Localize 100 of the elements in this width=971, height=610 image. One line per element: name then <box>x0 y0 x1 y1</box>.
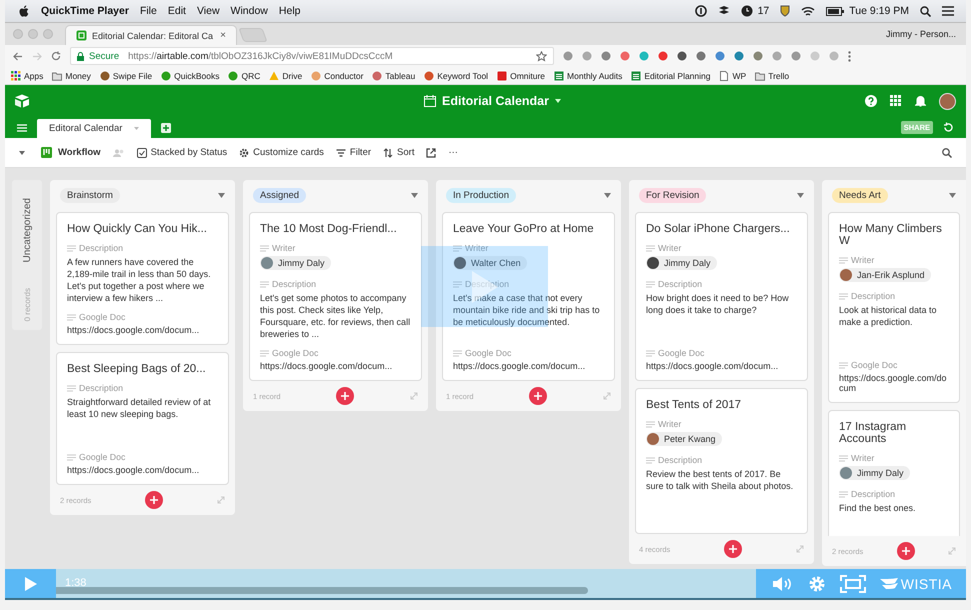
link-text[interactable]: https://docs.google.com/docum... <box>260 361 411 371</box>
back-icon[interactable] <box>13 52 23 60</box>
record-card[interactable]: Best Tents of 2017 Writer Peter Kwang Description Review the best tents of 2017. Be sure to talk with Sheila about photos. <box>635 388 808 534</box>
clock-icon[interactable] <box>740 5 753 17</box>
search-icon[interactable] <box>920 6 931 16</box>
address-field[interactable]: Secure https://airtable.com/tblObOZ316JkCiy8v/viwE81IMuDDcsCccM <box>70 47 554 65</box>
add-button[interactable] <box>529 387 548 405</box>
bookmark[interactable]: Apps <box>11 70 44 80</box>
toolbar-button[interactable]: Stacked by Status <box>136 147 228 158</box>
site-icon <box>311 70 322 80</box>
add-button[interactable] <box>724 540 742 558</box>
status-pill[interactable]: In Production <box>446 188 516 202</box>
menu-item[interactable]: File <box>140 5 157 17</box>
share-icon[interactable] <box>426 148 436 158</box>
bookmark[interactable]: Trello <box>755 70 790 80</box>
avatar-icon[interactable] <box>939 92 956 110</box>
toolbar-button[interactable]: Customize cards <box>239 147 324 158</box>
toolbar-button[interactable]: Sort <box>383 147 414 158</box>
play-icon <box>24 576 38 592</box>
field-icon <box>67 384 76 392</box>
record-card[interactable]: How Many Climbers W Writer Jan-Erik Asplund Description Look at historical data to make a prediction. Google Doc https://docs.google.com/docum <box>828 212 960 403</box>
uncategorized-column[interactable]: Uncategorized 0 records <box>12 180 42 330</box>
field-label: Writer <box>851 255 874 265</box>
add-button[interactable] <box>336 387 354 405</box>
settings-icon[interactable] <box>808 574 826 592</box>
fullscreen-icon[interactable] <box>840 574 866 592</box>
caret-icon[interactable] <box>949 192 956 198</box>
status-pill[interactable]: Needs Art <box>832 188 888 202</box>
star-icon[interactable] <box>536 50 547 62</box>
help-icon[interactable] <box>865 95 878 107</box>
history-icon[interactable] <box>943 122 954 133</box>
close-button[interactable]: × <box>220 30 226 41</box>
bookmark[interactable]: Omniture <box>497 70 546 80</box>
add-icon[interactable] <box>161 122 172 132</box>
add-button[interactable] <box>145 491 164 509</box>
menu-item[interactable]: View <box>196 5 220 17</box>
list-icon[interactable] <box>942 6 954 16</box>
kanban-icon <box>41 147 52 158</box>
link-text[interactable]: https://docs.google.com/docum... <box>646 361 797 371</box>
record-card[interactable]: Best Sleeping Bags of 20... Description Straightforward detailed review of at least 10 new sleeping bags. Google Doc https://docs.google.com/docum... <box>56 352 229 485</box>
shield-icon[interactable] <box>780 5 790 17</box>
site-icon <box>424 70 434 80</box>
bookmark[interactable]: QuickBooks <box>161 70 220 80</box>
menu-item[interactable]: Edit <box>168 5 186 17</box>
status-pill[interactable]: Assigned <box>253 188 306 202</box>
menu-icon[interactable] <box>848 50 851 62</box>
link-text[interactable]: https://docs.google.com/docum <box>839 373 949 393</box>
apple-icon[interactable] <box>19 5 30 17</box>
bookmark[interactable]: Swipe File <box>100 70 152 80</box>
menu-item[interactable]: Help <box>278 5 300 17</box>
bookmark[interactable]: Drive <box>269 70 302 80</box>
bookmark[interactable]: WP <box>719 70 746 80</box>
more-button[interactable]: ··· <box>448 147 458 158</box>
view-switcher[interactable]: Workflow <box>41 147 101 158</box>
caret-icon[interactable] <box>604 192 611 198</box>
bookmark[interactable]: Editorial Planning <box>631 70 710 80</box>
wifi-icon[interactable] <box>801 6 816 16</box>
bookmark[interactable]: Monthly Audits <box>554 70 622 80</box>
link-text[interactable]: https://docs.google.com/docum... <box>67 325 218 335</box>
volume-icon[interactable] <box>772 576 794 592</box>
bookmark[interactable]: Money <box>52 70 91 80</box>
caret-icon[interactable] <box>797 192 804 198</box>
caret-icon[interactable] <box>411 192 418 198</box>
column-title: Uncategorized <box>22 198 32 262</box>
search-icon[interactable] <box>942 148 952 158</box>
bookmark[interactable]: Keyword Tool <box>424 70 488 80</box>
link-text[interactable]: https://docs.google.com/docum... <box>67 465 218 475</box>
bookmark[interactable]: Conductor <box>311 70 364 80</box>
description-text: Let's make a case that not every mountain bike ride and ski trip has to be meticulously documented. <box>453 292 601 329</box>
add-button[interactable] <box>896 542 915 560</box>
table-tab[interactable]: Editoral Calendar <box>37 119 152 138</box>
field-label: Description <box>272 279 316 289</box>
bookmark[interactable]: Tableau <box>372 70 416 80</box>
status-pill[interactable]: For Revision <box>639 188 706 202</box>
caret-icon[interactable] <box>218 192 225 198</box>
box-icon[interactable] <box>718 5 730 17</box>
clock-text[interactable]: Tue 9:19 PM <box>849 5 909 17</box>
record-card[interactable] <box>56 212 229 345</box>
caret-icon[interactable] <box>19 150 25 154</box>
grid-icon[interactable] <box>890 95 902 107</box>
bookmark[interactable]: QRC <box>228 70 260 80</box>
field-label: Description <box>79 383 124 393</box>
link-text[interactable]: https://docs.google.com/docum... <box>453 361 604 371</box>
browser-tab[interactable]: Editorial Calendar: Editoral Ca × <box>65 25 237 45</box>
circle-icon[interactable] <box>694 5 707 17</box>
base-title[interactable]: Editorial Calendar <box>424 94 561 108</box>
record-card[interactable]: Do Solar iPhone Chargers... Writer Jimmy Daly Description How bright does it need to be? How long does it take to charge? Google Doc https://docs.google.com/docum... <box>635 212 808 381</box>
card-title: Best Tents of 2017 <box>646 399 742 411</box>
bell-icon[interactable] <box>915 95 926 107</box>
record-card[interactable]: 17 Instagram Accounts Writer Jimmy Daly Description Find the best ones. <box>828 410 960 536</box>
menu-icon[interactable] <box>17 124 27 132</box>
logo-icon[interactable] <box>14 94 30 108</box>
status-pill[interactable]: Brainstorm <box>60 188 120 202</box>
reload-icon[interactable] <box>51 51 61 61</box>
record-card[interactable]: Leave Your GoPro at Home Writer Walter Chen Description Let's make a case that not every mountain bike ride and ski trip has to be meticulously documented. Google Doc https://docs.google.com/docum... <box>442 212 615 381</box>
menu-item[interactable]: Window <box>230 5 268 17</box>
profile-name[interactable]: Jimmy - Person... <box>886 29 956 39</box>
toolbar-button[interactable]: Filter <box>336 147 372 158</box>
record-card[interactable] <box>249 212 422 381</box>
app-menu[interactable]: QuickTime Player <box>41 5 129 17</box>
